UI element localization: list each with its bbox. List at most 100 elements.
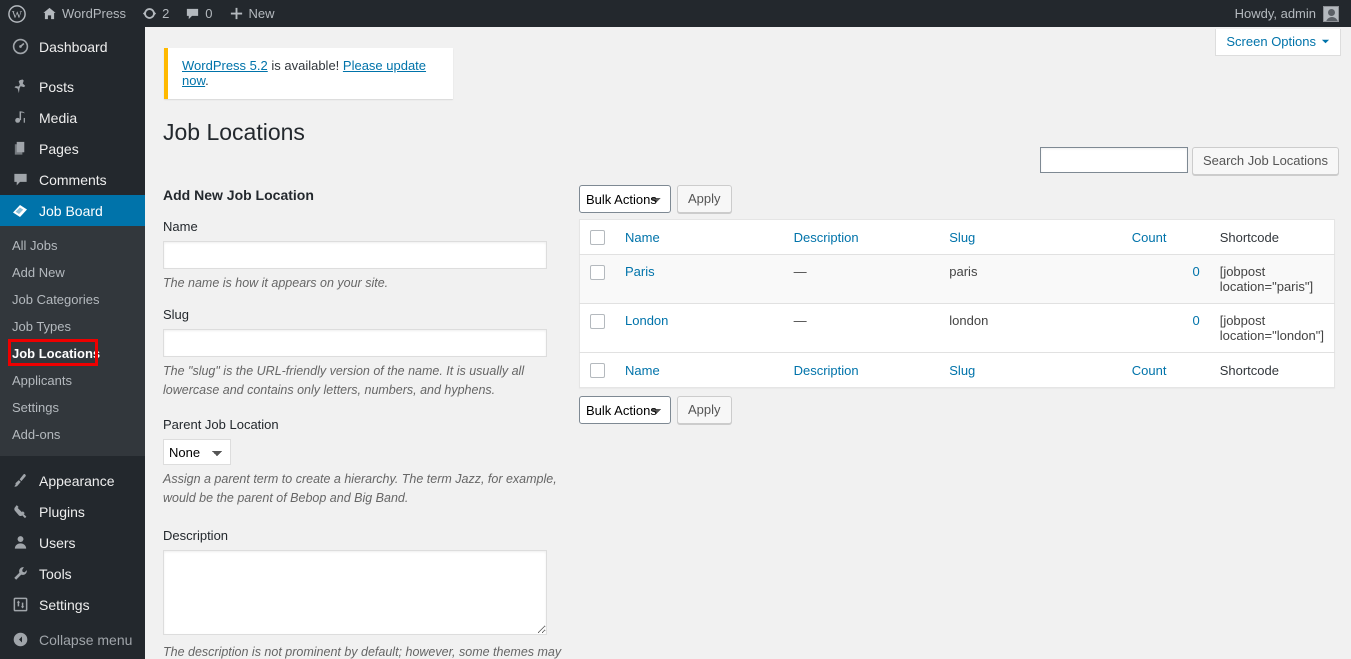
parent-select[interactable]: None — [163, 439, 231, 466]
submenu-label: Add-ons — [12, 427, 61, 442]
column-footer-count[interactable]: Count — [1121, 352, 1210, 388]
term-count-link[interactable]: 0 — [1192, 264, 1199, 279]
term-count-link[interactable]: 0 — [1192, 313, 1199, 328]
sidebar-label: Job Board — [39, 202, 103, 219]
cell-slug: london — [939, 303, 1122, 353]
sidebar-item-appearance[interactable]: Appearance — [0, 465, 145, 496]
account-menu[interactable]: Howdy, admin — [1235, 5, 1351, 22]
select-all-checkbox-top[interactable] — [590, 230, 605, 246]
description-field-row: Description The description is not promi… — [163, 528, 563, 659]
form-heading: Add New Job Location — [163, 187, 314, 203]
slug-input[interactable] — [163, 328, 547, 357]
admin-bar: W WordPress 2 0 New Howdy, admin — [0, 0, 1351, 27]
column-footer-description[interactable]: Description — [783, 352, 940, 388]
svg-text:W: W — [12, 9, 23, 21]
cell-shortcode: [jobpost location="london"] — [1209, 303, 1335, 353]
column-header-count[interactable]: Count — [1121, 219, 1210, 256]
apply-button-top[interactable]: Apply — [677, 185, 732, 213]
bulk-actions-select-top[interactable]: Bulk Actions — [579, 185, 671, 213]
sidebar-item-job-categories[interactable]: Job Categories — [0, 286, 145, 313]
bulk-actions-select-bottom[interactable]: Bulk Actions — [579, 396, 671, 425]
column-footer-shortcode: Shortcode — [1209, 352, 1335, 388]
sidebar-label: Plugins — [39, 503, 85, 520]
collapse-menu-button[interactable]: Collapse menu — [0, 624, 145, 655]
cell-name: London — [615, 303, 784, 353]
sidebar-item-all-jobs[interactable]: All Jobs — [0, 232, 145, 259]
sidebar-item-job-types[interactable]: Job Types — [0, 313, 145, 340]
sidebar-item-tools[interactable]: Tools — [0, 558, 145, 589]
cell-slug: paris — [939, 254, 1122, 304]
job-board-submenu: All Jobs Add New Job Categories Job Type… — [0, 226, 145, 456]
sidebar-item-media[interactable]: Media — [0, 102, 145, 133]
cell-shortcode: [jobpost location="paris"] — [1209, 254, 1335, 304]
home-icon — [42, 6, 57, 21]
content-area: Screen Options WordPress 5.2 is availabl… — [145, 27, 1351, 659]
apply-button-bottom[interactable]: Apply — [677, 396, 732, 425]
updates-button[interactable]: 2 — [134, 0, 177, 27]
wordpress-logo-icon: W — [8, 4, 26, 23]
row-select-cell — [579, 303, 615, 353]
admin-sidebar: Dashboard Posts Media Pages Comments Job… — [0, 27, 153, 659]
terms-list-panel: Search Job Locations Bulk Actions Apply … — [579, 147, 1339, 430]
sidebar-item-settings[interactable]: Settings — [0, 589, 145, 620]
cell-name: Paris — [615, 254, 784, 304]
select-all-checkbox-bottom[interactable] — [590, 363, 605, 379]
sidebar-item-job-locations[interactable]: Job Locations — [0, 340, 145, 367]
site-name-button[interactable]: WordPress — [34, 0, 134, 27]
term-name-link[interactable]: Paris — [625, 264, 655, 279]
updates-count: 2 — [162, 6, 170, 21]
column-footer-name[interactable]: Name — [615, 352, 784, 388]
search-submit-button[interactable]: Search Job Locations — [1191, 147, 1339, 175]
wordpress-version-link[interactable]: WordPress 5.2 — [182, 58, 268, 73]
submenu-label: Job Locations — [12, 346, 101, 361]
column-header-name[interactable]: Name — [615, 219, 784, 256]
sidebar-label: Posts — [39, 78, 75, 95]
sidebar-item-posts[interactable]: Posts — [0, 71, 145, 102]
sidebar-label: Media — [39, 109, 78, 126]
screen-options-label: Screen Options — [1226, 34, 1316, 49]
row-checkbox[interactable] — [590, 314, 605, 330]
term-name-link[interactable]: London — [625, 313, 668, 328]
notice-text-middle: is available! — [267, 58, 343, 73]
sidebar-item-applicants[interactable]: Applicants — [0, 367, 145, 394]
sidebar-item-comments[interactable]: Comments — [0, 164, 145, 195]
column-header-description[interactable]: Description — [783, 219, 940, 256]
name-input[interactable] — [163, 241, 547, 269]
sidebar-item-settings[interactable]: Settings — [0, 394, 145, 421]
sidebar-item-dashboard[interactable]: Dashboard — [0, 31, 145, 62]
parent-help-text: Assign a parent term to create a hierarc… — [163, 472, 557, 505]
cell-count: 0 — [1121, 254, 1210, 304]
sidebar-item-users[interactable]: Users — [0, 527, 145, 558]
cell-description: — — [783, 303, 940, 353]
sidebar-item-plugins[interactable]: Plugins — [0, 496, 145, 527]
sidebar-item-add-ons[interactable]: Add-ons — [0, 421, 145, 448]
select-all-footer — [579, 352, 615, 388]
search-form: Search Job Locations — [579, 147, 1339, 175]
sidebar-label: Settings — [39, 596, 90, 613]
paintbrush-icon — [10, 472, 30, 489]
wordpress-logo-button[interactable]: W — [0, 0, 34, 27]
search-input[interactable] — [1039, 147, 1188, 173]
comment-bubble-icon — [185, 6, 200, 21]
avatar — [1323, 5, 1339, 22]
comments-count: 0 — [205, 6, 213, 21]
cell-description: — — [783, 254, 940, 304]
column-footer-slug[interactable]: Slug — [939, 352, 1122, 388]
sidebar-label: Pages — [39, 140, 79, 157]
screen-options-toggle[interactable]: Screen Options — [1215, 29, 1341, 56]
sidebar-item-add-new[interactable]: Add New — [0, 259, 145, 286]
row-checkbox[interactable] — [590, 265, 605, 281]
description-textarea[interactable] — [163, 549, 547, 635]
comments-button[interactable]: 0 — [177, 0, 220, 27]
submenu-label: Add New — [12, 265, 65, 280]
submenu-label: All Jobs — [12, 238, 58, 253]
column-header-slug[interactable]: Slug — [939, 219, 1122, 256]
name-help-text: The name is how it appears on your site. — [163, 276, 389, 290]
sidebar-label: Users — [39, 534, 76, 551]
sidebar-item-job-board[interactable]: Job Board — [0, 195, 153, 226]
table-row: London — london 0 [jobpost location="lon… — [579, 303, 1335, 353]
sidebar-item-pages[interactable]: Pages — [0, 133, 145, 164]
plugins-icon — [10, 503, 30, 520]
comment-bubble-icon — [10, 171, 30, 188]
new-content-button[interactable]: New — [221, 0, 283, 27]
